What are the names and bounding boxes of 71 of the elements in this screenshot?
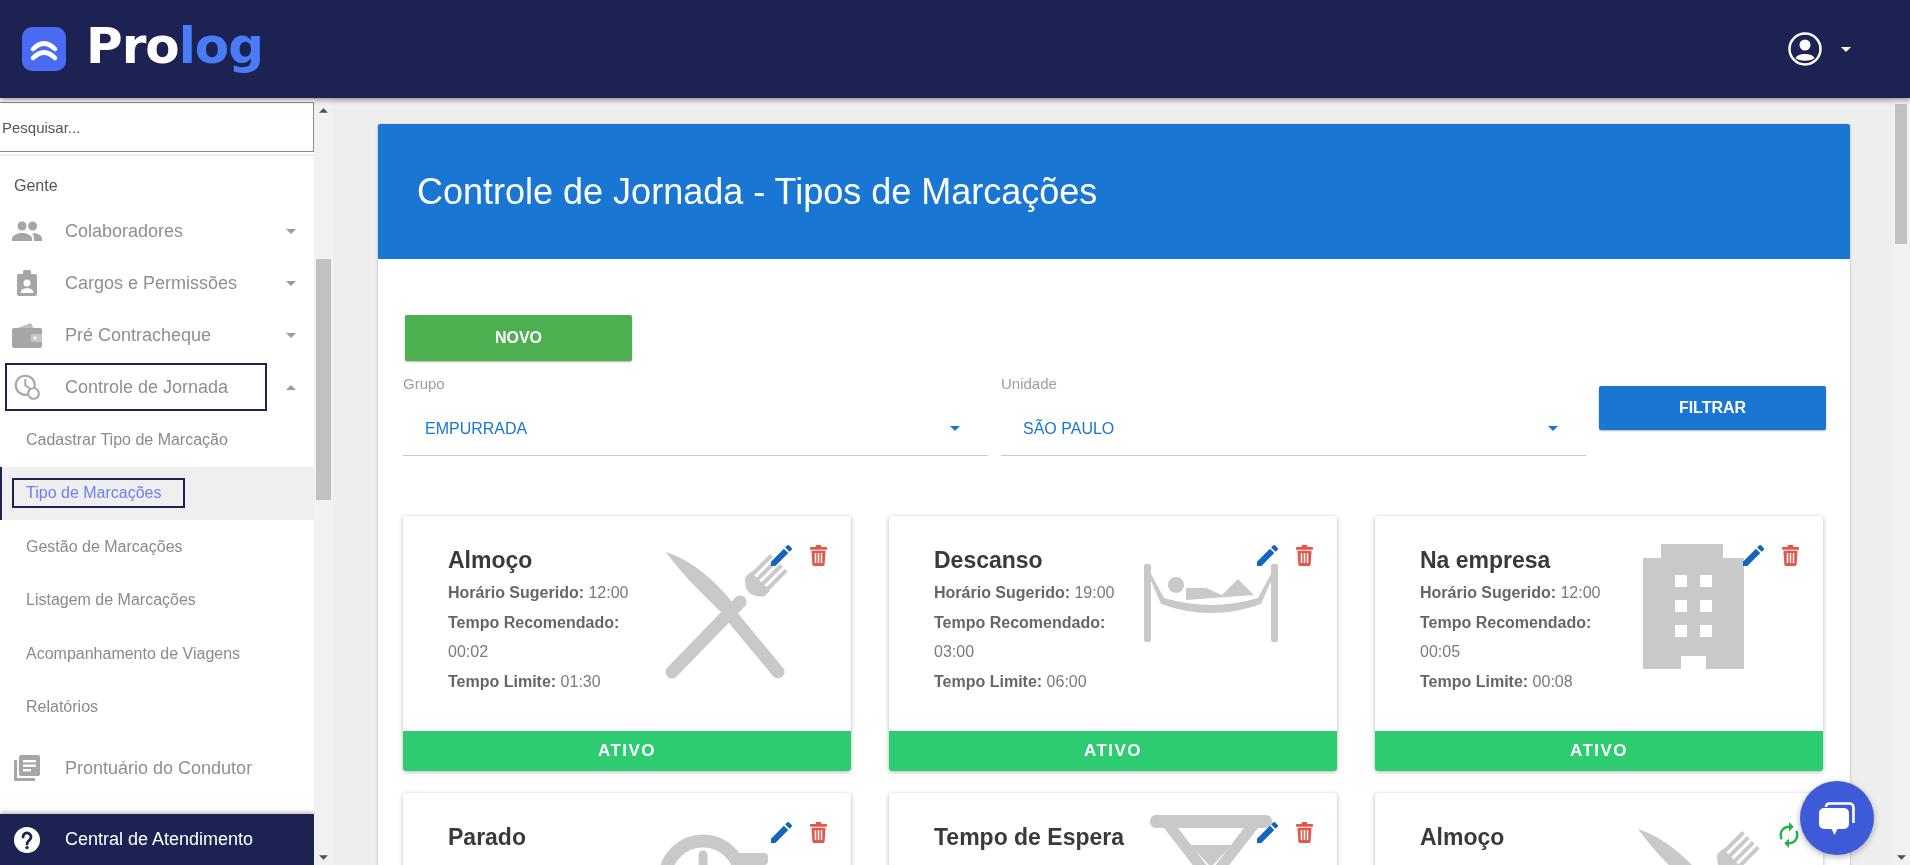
detail-text: Horário Sugerido: 12:00 (1420, 583, 1602, 603)
filter-button[interactable]: FILTRAR (1599, 386, 1826, 430)
brand-logo: Prolog (86, 21, 263, 77)
sidebar-scrollbar[interactable] (314, 98, 333, 865)
detail-text: Tempo Recomendado: 00:05 (1420, 612, 1593, 662)
card-title: Tempo de Espera (934, 823, 1125, 851)
card-title: Almoço (448, 546, 533, 574)
chat-bubble-icon (1819, 801, 1855, 835)
scroll-up-icon[interactable] (319, 108, 328, 113)
help-center-button[interactable]: Central de Atendimento (0, 814, 314, 865)
nav-item[interactable]: Cargos e Permissões (0, 257, 314, 309)
detail-text: Horário Sugerido: 12:00 (448, 583, 630, 603)
hammock-icon (1144, 564, 1278, 642)
detail-text: Tempo Limite: 01:30 (448, 671, 602, 692)
detail-text: Tempo Recomendado: 00:02 (448, 612, 621, 662)
caret-up-icon[interactable] (286, 384, 296, 390)
detail-text: Tempo Recomendado: 03:00 (934, 612, 1107, 662)
trash-icon[interactable] (1782, 545, 1799, 566)
detail-text: Tempo Limite: 00:08 (1420, 671, 1574, 692)
detail-text: Horário Sugerido: 19:00 (934, 583, 1116, 603)
filter-label: Grupo (403, 374, 445, 394)
edit-pencil-icon[interactable] (1257, 822, 1278, 843)
new-button[interactable]: NOVO (405, 315, 632, 361)
trash-icon[interactable] (1296, 545, 1313, 566)
nav-subitem[interactable]: Relatórios (0, 680, 314, 734)
select-field[interactable]: SÃO PAULO (1001, 394, 1586, 456)
document-stack-icon (12, 755, 42, 781)
logo-icon (22, 27, 66, 71)
edit-pencil-icon[interactable] (1257, 545, 1278, 566)
filter-label: Unidade (1001, 374, 1057, 394)
card-title: Parado (448, 823, 526, 851)
chat-button[interactable] (1800, 781, 1874, 855)
scroll-down-icon[interactable] (319, 855, 328, 860)
scrollbar-thumb[interactable] (316, 259, 331, 500)
search-field[interactable]: Pesquisar... (0, 102, 314, 152)
building-icon (1643, 544, 1744, 669)
detail-text: Tempo Limite: 06:00 (934, 671, 1088, 692)
nav-subitem[interactable]: Gestão de Marcações (0, 520, 314, 574)
edit-pencil-icon[interactable] (1743, 545, 1764, 566)
trash-icon[interactable] (1296, 822, 1313, 843)
status-bar: ATIVO (889, 731, 1337, 771)
card-title: Descanso (934, 546, 1043, 574)
nav-subitem[interactable]: Acompanhamento de Viagens (0, 627, 314, 681)
nav-subitem[interactable]: Tipo de Marcações (0, 466, 314, 520)
select-field[interactable]: EMPURRADA (403, 394, 988, 456)
help-icon (14, 826, 40, 853)
status-bar: ATIVO (403, 731, 851, 771)
nav-subitem[interactable]: Listagem de Marcações (0, 573, 314, 627)
nav-item[interactable]: Prontuário do Condutor (0, 742, 314, 794)
scrollbar-thumb[interactable] (1895, 104, 1907, 244)
edit-pencil-icon[interactable] (771, 545, 792, 566)
edit-pencil-icon[interactable] (771, 822, 792, 843)
scroll-down-icon[interactable] (1896, 855, 1906, 860)
clock-icon (12, 374, 42, 400)
dropdown-caret-icon (1548, 426, 1558, 431)
wallet-icon (12, 322, 42, 348)
page-title: Controle de Jornada - Tipos de Marcações (417, 170, 1098, 213)
caret-down-icon[interactable] (1841, 46, 1851, 52)
user-avatar-icon[interactable] (1788, 32, 1822, 66)
trash-icon[interactable] (810, 545, 827, 566)
trash-icon[interactable] (810, 822, 827, 843)
card-title: Na empresa (1420, 546, 1551, 574)
page-scrollbar[interactable] (1892, 98, 1910, 865)
refresh-icon[interactable] (1779, 822, 1799, 848)
section-heading: Gente (14, 176, 58, 196)
card-title: Almoço (1420, 823, 1505, 851)
dropdown-caret-icon (950, 426, 960, 431)
status-bar: ATIVO (1375, 731, 1823, 771)
nav-subitem[interactable]: Cadastrar Tipo de Marcação (0, 413, 314, 467)
nav-item[interactable]: Pré Contracheque (0, 309, 314, 361)
nav-item[interactable]: Colaboradores (0, 205, 314, 257)
